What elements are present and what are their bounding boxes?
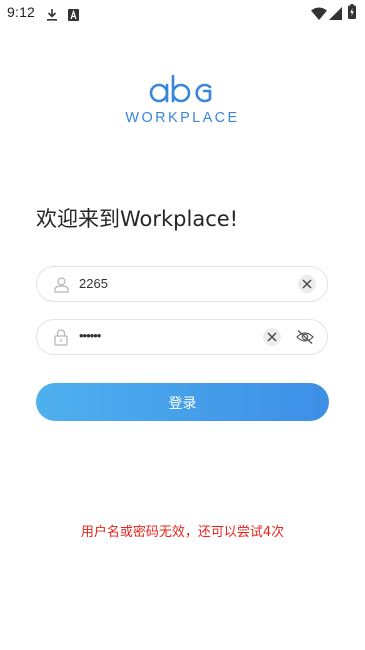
battery-charging-icon [348,4,356,23]
logo-wordmark: WORKPLACE [125,110,240,126]
abg-logo-mark [149,74,212,103]
username-value[interactable]: 2265 [79,276,108,291]
signal-icon [329,5,342,24]
wifi-icon [311,5,327,24]
eye-off-icon [296,330,314,344]
close-icon [302,279,312,289]
download-icon [46,6,58,25]
a-box-icon [68,6,79,25]
clear-password-button[interactable] [263,328,281,346]
close-icon [267,332,277,342]
toggle-password-visibility-button[interactable] [296,329,314,349]
app-logo: WORKPLACE [0,74,365,134]
clear-username-button[interactable] [298,275,316,293]
welcome-heading: 欢迎来到Workplace! [36,207,239,231]
login-button[interactable]: 登录 [36,383,329,421]
password-field[interactable]: •••••• [36,319,328,355]
username-field[interactable]: 2265 [36,266,328,302]
status-bar: 9:12 [0,0,365,26]
status-time: 9:12 [7,4,36,20]
password-value[interactable]: •••••• [79,328,101,343]
lock-icon [53,329,69,350]
user-icon [53,276,70,297]
error-message: 用户名或密码无效，还可以尝试4次 [80,525,285,540]
